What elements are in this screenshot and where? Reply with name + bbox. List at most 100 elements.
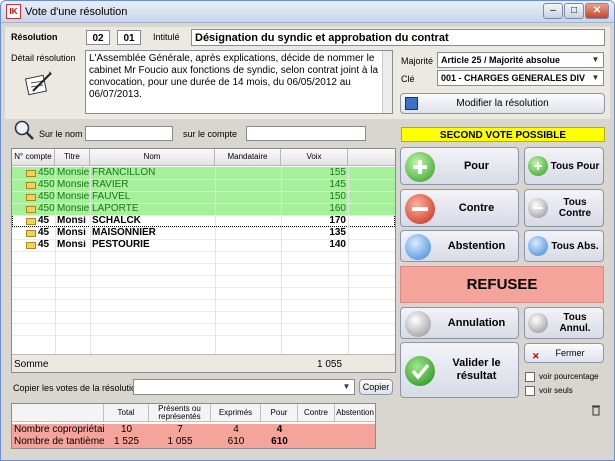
valider-button[interactable]: Valider le résultat	[400, 342, 519, 398]
search-compte-label: sur le compte	[183, 129, 238, 139]
cell-nom: RAVIER	[92, 179, 129, 190]
copy-label: Copier les votes de la résolution	[13, 383, 142, 393]
results-cell-pour: 610	[271, 436, 288, 447]
copy-button[interactable]: Copier	[359, 379, 393, 395]
vote-window: IK Vote d'une résolution – □ ✕ Résolutio…	[0, 0, 615, 461]
tous-pour-label: Tous Pour	[550, 160, 600, 172]
majorite-select[interactable]: Article 25 / Majorité absolue ▼	[437, 52, 604, 68]
cell-voix: 140	[329, 239, 346, 250]
column-header-mandataire[interactable]: Mandataire	[215, 149, 281, 166]
cell-nom: MAISONNIER	[92, 227, 156, 238]
results-cell-total: 10	[120, 424, 133, 435]
tous-abs-button[interactable]: Tous Abs.	[524, 230, 604, 262]
intitule-field[interactable]: Désignation du syndic et approbation du …	[191, 29, 605, 46]
majorite-value: Article 25 / Majorité absolue	[441, 55, 561, 65]
grid-line	[12, 251, 395, 252]
fermer-button[interactable]: ✕ Fermer	[524, 343, 604, 363]
table-row[interactable]: 450 Monsie FAUVEL 150	[12, 191, 395, 203]
column-header-nom[interactable]: Nom	[90, 149, 215, 166]
grid-line	[12, 287, 395, 288]
grid-line	[12, 203, 395, 204]
folder-icon	[26, 206, 36, 213]
resolution-number-1[interactable]: 02	[86, 30, 110, 45]
trash-icon[interactable]	[591, 404, 601, 416]
results-table: Total Présents ou représentés Exprimés P…	[11, 403, 376, 449]
pour-button[interactable]: Pour	[400, 147, 519, 185]
table-row[interactable]: 45 Monsi PESTOURIE 140	[12, 239, 395, 251]
folder-icon	[26, 194, 36, 201]
detail-scrollbar[interactable]	[382, 51, 392, 113]
plus-icon	[405, 152, 435, 182]
cell-compte: 450	[38, 191, 55, 202]
results-cell-presents: 1 055	[167, 436, 193, 447]
table-row[interactable]: 450 Monsie FRANCILLON 155	[12, 167, 395, 179]
search-compte-input[interactable]	[246, 126, 366, 141]
results-header-total: Total	[104, 404, 149, 422]
copy-resolution-select[interactable]: ▼	[133, 379, 355, 395]
tous-annul-button[interactable]: Tous Annul.	[524, 307, 604, 339]
table-row[interactable]: 450 Monsie LAPORTE 160	[12, 203, 395, 215]
checkmark-icon	[405, 356, 435, 386]
plus-icon	[528, 156, 548, 176]
column-header-titre[interactable]: Titre	[55, 149, 90, 166]
contre-button[interactable]: Contre	[400, 189, 519, 227]
cancel-icon	[405, 311, 431, 337]
cell-titre: Monsie	[57, 203, 90, 214]
grid-line	[12, 263, 395, 264]
detail-label: Détail résolution	[11, 53, 76, 63]
column-header-compte[interactable]: N° compte	[12, 149, 55, 166]
cell-voix: 150	[329, 191, 346, 202]
resolution-number-2[interactable]: 01	[117, 30, 141, 45]
results-header-contre: Contre	[298, 404, 335, 422]
close-icon: ✕	[532, 351, 540, 361]
minimize-button[interactable]: –	[543, 3, 563, 19]
search-nom-input[interactable]	[85, 126, 173, 141]
seuls-checkbox[interactable]	[525, 386, 535, 396]
close-window-button[interactable]: ✕	[585, 3, 609, 19]
title-bar: IK Vote d'une résolution – □ ✕	[1, 1, 614, 23]
pour-label: Pour	[463, 160, 490, 172]
annulation-button[interactable]: Annulation	[400, 307, 519, 339]
results-row-tantiemes: Nombre de tantièmes 1 525 1 055 610 610	[12, 436, 375, 448]
results-header-presents: Présents ou représentés	[149, 404, 211, 422]
results-header-pour: Pour	[261, 404, 298, 422]
maximize-button[interactable]: □	[564, 3, 584, 19]
cell-voix: 160	[329, 203, 346, 214]
folder-icon	[26, 170, 36, 177]
column-header-voix[interactable]: Voix	[281, 149, 348, 166]
abstention-label: Abstention	[447, 240, 506, 252]
column-header-filler	[348, 149, 395, 166]
annulation-label: Annulation	[447, 317, 506, 329]
grid-line	[12, 323, 395, 324]
sum-value: 1 055	[317, 359, 343, 370]
table-row[interactable]: 45 Monsi SCHALCK 170	[12, 215, 395, 227]
cell-nom: FRANCILLON	[92, 167, 156, 178]
abstention-icon	[528, 236, 548, 256]
grid-line	[12, 311, 395, 312]
abstention-button[interactable]: Abstention	[400, 230, 519, 262]
majorite-label: Majorité	[401, 56, 434, 66]
search-icon	[13, 119, 35, 141]
app-icon: IK	[6, 4, 21, 19]
cell-compte: 450	[38, 179, 55, 190]
cell-titre: Monsi	[57, 215, 86, 226]
pourcentage-checkbox[interactable]	[525, 372, 535, 382]
table-row[interactable]: 450 Monsie RAVIER 145	[12, 179, 395, 191]
detail-textarea[interactable]: L'Assemblée Générale, après explications…	[85, 50, 393, 114]
modify-resolution-label: Modifier la résolution	[456, 98, 549, 109]
cell-titre: Monsie	[57, 167, 90, 178]
chevron-down-icon: ▼	[591, 55, 600, 64]
cle-select[interactable]: 001 - CHARGES GENERALES DIV ▼	[437, 70, 604, 86]
results-row-label: Nombre copropriétaires	[14, 424, 104, 435]
sum-row: Somme 1 055	[12, 354, 395, 372]
results-header-abstention: Abstention	[335, 404, 375, 422]
tous-pour-button[interactable]: Tous Pour	[524, 147, 604, 185]
table-row[interactable]: 45 Monsi MAISONNIER 135	[12, 227, 395, 239]
grid-line	[12, 227, 395, 228]
tous-contre-button[interactable]: Tous Contre	[524, 189, 604, 227]
cancel-icon	[528, 313, 548, 333]
modify-resolution-button[interactable]: Modifier la résolution	[400, 93, 605, 114]
valider-label: Valider le résultat	[452, 357, 501, 382]
chevron-down-icon: ▼	[342, 382, 351, 391]
tous-contre-label: Tous Contre	[558, 197, 592, 219]
